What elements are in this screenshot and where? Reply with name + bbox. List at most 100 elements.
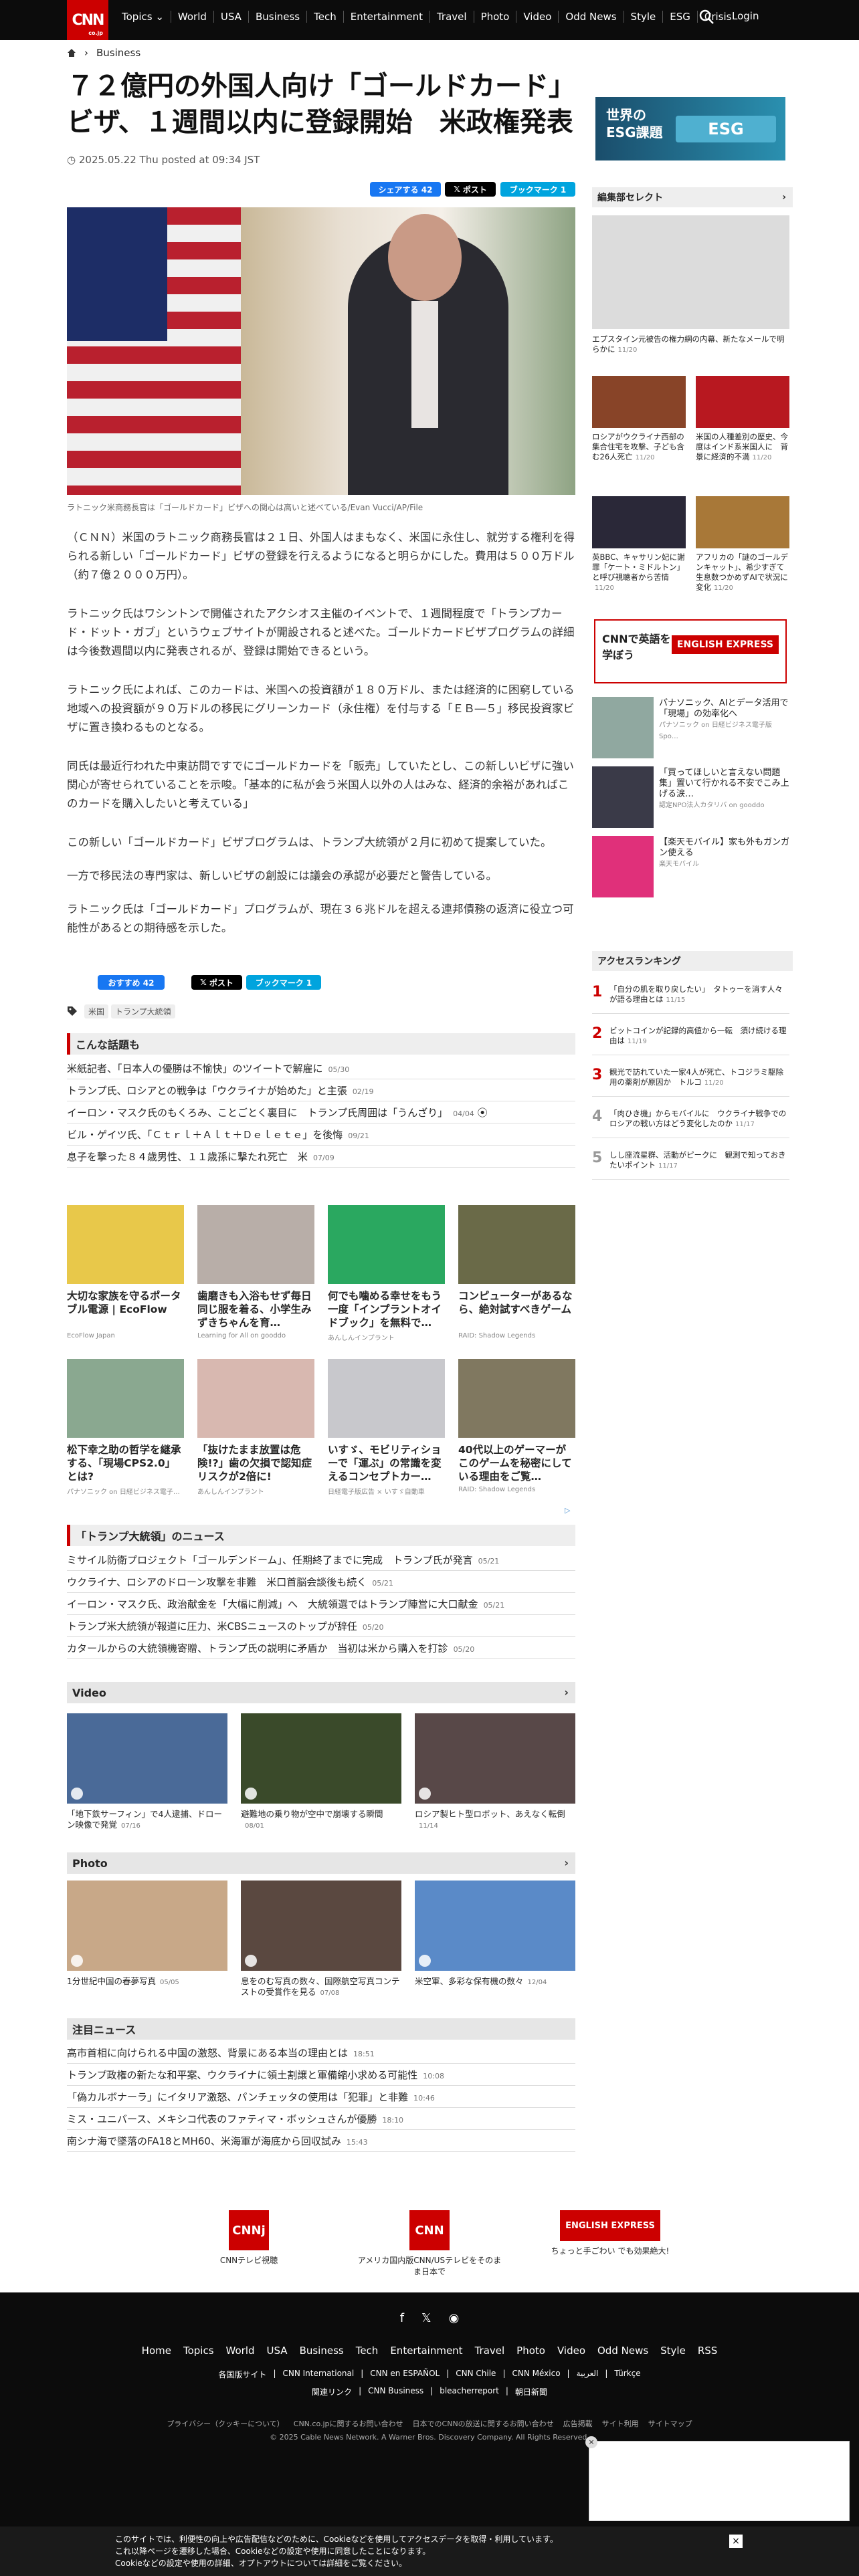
list-item[interactable]: イーロン・マスク氏、政治献金を「大幅に削減」へ 大統領選ではトランプ陣営に大口献… xyxy=(67,1594,575,1615)
video-card[interactable]: 避難地の乗り物が空中で崩壊する瞬間 08/01 xyxy=(241,1713,401,1832)
nav-item-topics[interactable]: Topics ⌄ xyxy=(115,11,171,23)
video-card[interactable]: 「地下鉄サーフィン」で4人逮捕、ドローン映像で発覚 07/16 xyxy=(67,1713,227,1832)
sponsored-thumb[interactable] xyxy=(592,697,654,758)
photo-card[interactable]: 1分世紀中国の春夢写真 05/05 xyxy=(67,1881,227,1988)
sponsored-thumb[interactable] xyxy=(592,836,654,897)
list-item[interactable]: 南シナ海で墜落のFA18とMH60、米海軍が海底から回収試み 15:43 xyxy=(67,2131,575,2152)
footer-nav-video[interactable]: Video xyxy=(557,2345,585,2357)
hatena-bookmark-button[interactable]: ブックマーク 1 xyxy=(500,182,575,197)
edition-link[interactable]: CNN México xyxy=(512,2369,560,2380)
hatena-bookmark-button-bottom[interactable]: ブックマーク 1 xyxy=(246,975,321,990)
ranking-item[interactable]: 2 ビットコインが記録的高値から一転 須け続ける理由は 11/19 xyxy=(592,1019,789,1055)
legal-link[interactable]: CNN.co.jpに関するお問い合わせ xyxy=(294,2418,403,2429)
ranking-item[interactable]: 5 しし座流星群、活動がピークに 観測で知っておきたいポイント 11/17 xyxy=(592,1144,789,1180)
footer-nav-style[interactable]: Style xyxy=(660,2345,686,2357)
list-item[interactable]: カタールからの大統領機寄贈、トランプ氏の説明に矛盾か 当初は米から購入を打診 05… xyxy=(67,1638,575,1659)
tag-usa[interactable]: 米国 xyxy=(84,1004,109,1018)
cnn-logo[interactable]: CNN co.jp xyxy=(67,0,108,40)
footer-nav-home[interactable]: Home xyxy=(142,2345,171,2357)
legal-link[interactable]: サイト利用 xyxy=(602,2418,639,2429)
footer-nav-usa[interactable]: USA xyxy=(267,2345,288,2357)
home-icon[interactable] xyxy=(67,48,76,58)
close-icon[interactable]: × xyxy=(585,2436,597,2448)
list-item[interactable]: ミス・ユニバース、メキシコ代表のファティマ・ボッシュさんが優勝 18:10 xyxy=(67,2109,575,2130)
list-item[interactable]: ビル・ゲイツ氏、「Ｃｔｒｌ＋Ａｌｔ＋Ｄｅｌｅｔｅ」を後悔 09/21 xyxy=(67,1124,575,1146)
list-item[interactable]: 米紙記者、「日本人の優勝は不愉快」のツイートで解雇に 05/30 xyxy=(67,1058,575,1079)
nav-item-travel[interactable]: Travel xyxy=(430,11,474,23)
ad-card[interactable]: 「抜けたまま放置は危険!?」歯の欠損で認知症リスクが2倍に! あんしんインプラント xyxy=(197,1359,314,1496)
list-item[interactable]: トランプ氏、ロシアとの戦争は「ウクライナが始めた」と主張 02/19 xyxy=(67,1080,575,1101)
legal-link[interactable]: プライバシー（クッキーについて） xyxy=(167,2418,284,2429)
cnnj-link[interactable]: CNNj CNNテレビ視聴 xyxy=(175,2210,322,2266)
nav-item-entertainment[interactable]: Entertainment xyxy=(344,11,430,23)
related-link[interactable]: bleacherreport xyxy=(440,2386,499,2397)
search-icon[interactable] xyxy=(698,9,714,25)
nav-item-odd-news[interactable]: Odd News xyxy=(559,11,624,23)
x-icon[interactable]: 𝕏 xyxy=(421,2311,432,2325)
breadcrumb-business[interactable]: Business xyxy=(96,47,140,59)
login-link[interactable]: Login xyxy=(732,10,759,22)
footer-nav-travel[interactable]: Travel xyxy=(475,2345,505,2357)
english-express-banner[interactable]: CNNで英語を学ぼう ENGLISH EXPRESS xyxy=(594,619,787,683)
footer-nav-world[interactable]: World xyxy=(226,2345,255,2357)
list-item[interactable]: イーロン・マスク氏のもくろみ、ことごとく裏目に トランプ氏周囲は「うんざり」 04… xyxy=(67,1102,575,1123)
list-item[interactable]: ウクライナ、ロシアのドローン攻撃を非難 米口首脳会談後も続く 05/21 xyxy=(67,1572,575,1593)
photo-card[interactable]: 息をのむ写真の数々、国際航空写真コンテストの受賞作を見る 07/08 xyxy=(241,1881,401,1999)
footer-nav-rss[interactable]: RSS xyxy=(698,2345,717,2357)
nav-item-business[interactable]: Business xyxy=(249,11,308,23)
footer-nav-entertainment[interactable]: Entertainment xyxy=(390,2345,462,2357)
sponsored-thumb[interactable] xyxy=(592,766,654,828)
edition-link[interactable]: CNN en ESPAÑOL xyxy=(370,2369,440,2380)
footer-nav-odd-news[interactable]: Odd News xyxy=(597,2345,648,2357)
facebook-share-button[interactable]: シェアする 42 xyxy=(370,182,441,197)
facebook-recommend-button[interactable]: おすすめ 42 xyxy=(98,975,165,990)
nav-item-video[interactable]: Video xyxy=(516,11,559,23)
list-item[interactable]: トランプ米大統領が報道に圧力、米CBSニュースのトップが辞任 05/20 xyxy=(67,1616,575,1637)
ad-card[interactable]: 何でも噛める幸せをもう一度「インプラントオイドブック」を無料で… あんしんインプラ… xyxy=(328,1205,445,1342)
ranking-item[interactable]: 3 観光で訪れていた一家4人が死亡、トコジラミ駆除用の薬剤が原因か トルコ 11/2… xyxy=(592,1061,789,1097)
edition-link[interactable]: العربية xyxy=(577,2369,599,2380)
editor-select-heading[interactable]: 編集部セレクト › xyxy=(592,187,793,207)
related-link[interactable]: CNN Business xyxy=(368,2386,423,2397)
nav-item-esg[interactable]: ESG xyxy=(663,11,698,23)
sponsored-item[interactable]: 「買ってほしいと言えない問題集」置いて行かれる不安でこみ上げる涙… 認定NPO法人… xyxy=(659,768,789,811)
rss-icon[interactable]: ◉ xyxy=(449,2311,460,2325)
related-link[interactable]: 朝日新聞 xyxy=(515,2386,547,2397)
ranking-item[interactable]: 4 「肉ひき機」からモバイルに ウクライナ戦争でのロシアの戦い方はどう変化したのか… xyxy=(592,1102,789,1138)
ad-card[interactable]: 歯磨きも入浴もせず毎日同じ服を着る、小学生みずきちゃんを育… Learning f… xyxy=(197,1205,314,1339)
legal-link[interactable]: 日本でのCNNの放送に関するお問い合わせ xyxy=(413,2418,554,2429)
footer-nav-topics[interactable]: Topics xyxy=(183,2345,214,2357)
ad-card[interactable]: 40代以上のゲーマーがこのゲームを秘密にしている理由をご覧… RAID: Shad… xyxy=(458,1359,575,1493)
list-item[interactable]: ミサイル防衛プロジェクト「ゴールデンドーム」、任期終了までに完成 トランプ氏が発… xyxy=(67,1549,575,1571)
footer-nav-photo[interactable]: Photo xyxy=(516,2345,545,2357)
editor-item-title[interactable]: 英BBC、キャサリン妃に謝罪「ケート・ミドルトン」と呼び視聴者から苦情 11/20 xyxy=(592,552,686,593)
nav-item-world[interactable]: World xyxy=(171,11,214,23)
editor-item-title[interactable]: ロシアがウクライナ西部の集合住宅を攻撃、子ども含む26人死亡 11/20 xyxy=(592,432,686,463)
x-post-button[interactable]: 𝕏 ポスト xyxy=(445,182,496,197)
english-express-link[interactable]: ENGLISH EXPRESS ちょっと手ごわい でも効果絶大! xyxy=(537,2210,684,2256)
nav-item-tech[interactable]: Tech xyxy=(307,11,344,23)
esg-banner[interactable]: 世界の ESG課題 ESG xyxy=(595,97,785,160)
sponsored-item[interactable]: パナソニック、AIとデータ活用で「現場」の効率化へ パナソニック on 日経ビジネ… xyxy=(659,698,789,742)
editor-main-image[interactable] xyxy=(592,215,789,329)
ad-card[interactable]: 大切な家族を守るポータブル電源 | EcoFlow EcoFlow Japan xyxy=(67,1205,184,1339)
x-post-button-bottom[interactable]: 𝕏 ポスト xyxy=(191,975,242,990)
edition-link[interactable]: Türkçe xyxy=(614,2369,640,2380)
sponsored-item[interactable]: 【楽天モバイル】家も外もガンガン使える 楽天モバイル xyxy=(659,837,789,870)
edition-link[interactable]: CNN International xyxy=(282,2369,354,2380)
list-item[interactable]: 「偽カルボナーラ」にイタリア激怒、パンチェッタの使用は「犯罪」と非難 10:46 xyxy=(67,2086,575,2108)
floating-ad[interactable]: × xyxy=(585,2436,850,2521)
edition-link[interactable]: CNN Chile xyxy=(456,2369,496,2380)
list-item[interactable]: 息子を撃った８４歳男性、１１歳孫に撃たれ死亡 米 07/09 xyxy=(67,1146,575,1168)
ranking-item[interactable]: 1 「自分の肌を取り戻したい」 タトゥーを消す人々が語る理由とは 11/15 xyxy=(592,978,789,1014)
ad-choices-icon[interactable]: ▷ xyxy=(565,1506,570,1515)
cnn-us-link[interactable]: CNN アメリカ国内版CNN/USテレビをそのまま日本で xyxy=(356,2210,503,2277)
list-item[interactable]: トランプ政権の新たな和平案、ウクライナに領土割譲と軍備縮小求める可能性 10:08 xyxy=(67,2064,575,2086)
editor-thumb[interactable] xyxy=(592,376,686,428)
close-icon[interactable]: × xyxy=(729,2535,743,2548)
ad-card[interactable]: 松下幸之助の哲学を継承する、「現場CPS2.0」とは? パナソニック on 日経ビ… xyxy=(67,1359,184,1496)
video-card[interactable]: ロシア製ヒト型ロボット、あえなく転倒 11/14 xyxy=(415,1713,575,1832)
footer-nav-business[interactable]: Business xyxy=(300,2345,344,2357)
ad-card[interactable]: コンピューターがあるなら、絶対試すべきゲーム RAID: Shadow Legen… xyxy=(458,1205,575,1339)
facebook-icon[interactable]: f xyxy=(400,2311,404,2325)
